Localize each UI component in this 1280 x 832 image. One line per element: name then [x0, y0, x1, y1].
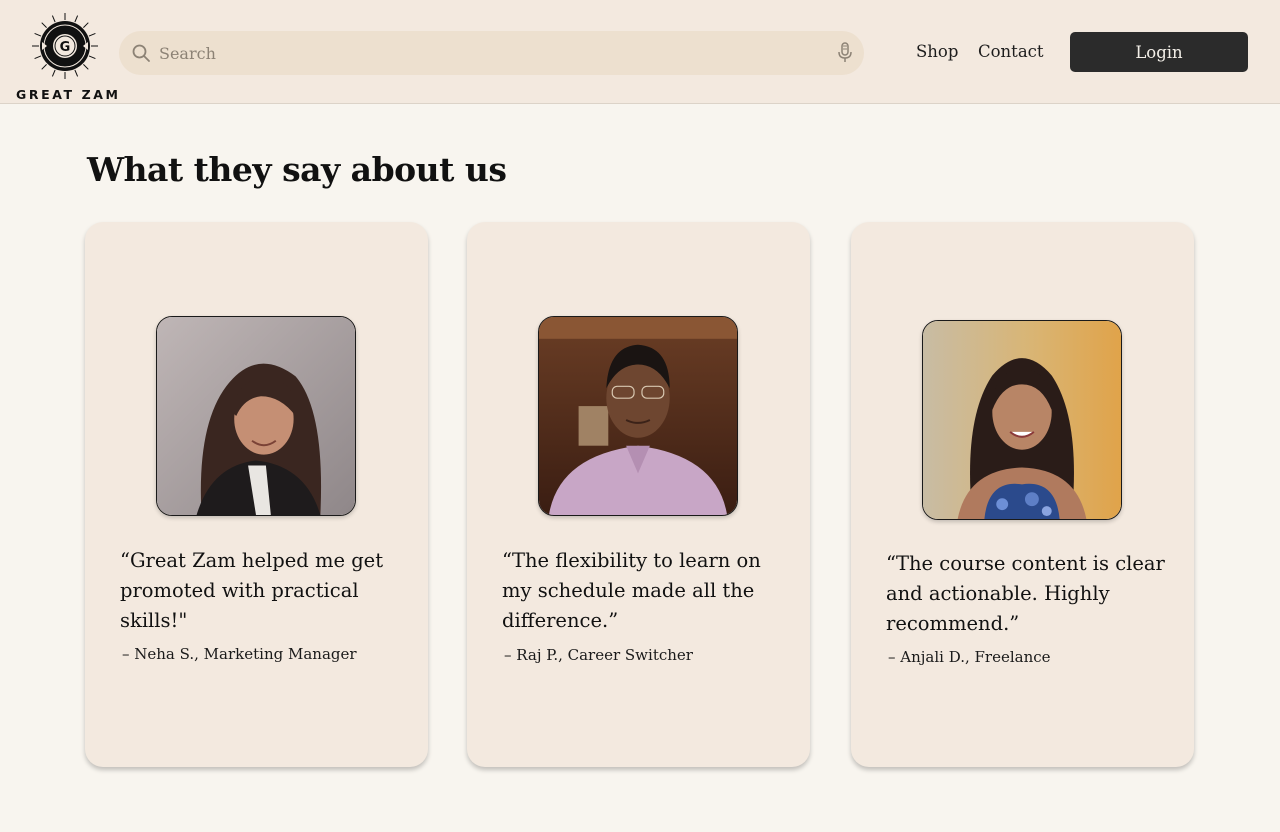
- testimonial-quote: “Great Zam helped me get promoted with p…: [120, 549, 384, 632]
- testimonial-author: – Raj P., Career Switcher: [504, 646, 693, 664]
- testimonial-author: – Neha S., Marketing Manager: [122, 645, 357, 663]
- section-title: What they say about us: [87, 150, 507, 189]
- login-button[interactable]: Login: [1070, 32, 1248, 72]
- search-icon: [132, 44, 150, 62]
- avatar: [922, 320, 1122, 520]
- nav-shop-link[interactable]: Shop: [916, 42, 958, 62]
- avatar: [538, 316, 738, 516]
- testimonial-author: – Anjali D., Freelance: [888, 648, 1051, 666]
- testimonial-card: “The course content is clear and actiona…: [851, 222, 1194, 767]
- svg-text:G: G: [60, 40, 71, 55]
- testimonial-photo: [923, 321, 1121, 519]
- testimonial-photo: [539, 317, 737, 515]
- avatar: [156, 316, 356, 516]
- nav-contact-link[interactable]: Contact: [978, 42, 1044, 62]
- testimonial-photo: [157, 317, 355, 515]
- site-header: G GREAT ZAM Shop Contact Login: [0, 0, 1280, 104]
- logo-emblem-icon: G: [32, 13, 98, 79]
- search-input[interactable]: [159, 37, 819, 69]
- brand-logo[interactable]: G GREAT ZAM: [14, 12, 118, 102]
- brand-name: GREAT ZAM: [16, 87, 121, 102]
- microphone-icon[interactable]: [836, 42, 854, 64]
- testimonial-quote: “The flexibility to learn on my schedule…: [502, 549, 761, 632]
- testimonial-card: “The flexibility to learn on my schedule…: [467, 222, 810, 767]
- testimonial-card: “Great Zam helped me get promoted with p…: [85, 222, 428, 767]
- search-bar[interactable]: [119, 31, 864, 75]
- testimonial-quote: “The course content is clear and actiona…: [886, 552, 1165, 635]
